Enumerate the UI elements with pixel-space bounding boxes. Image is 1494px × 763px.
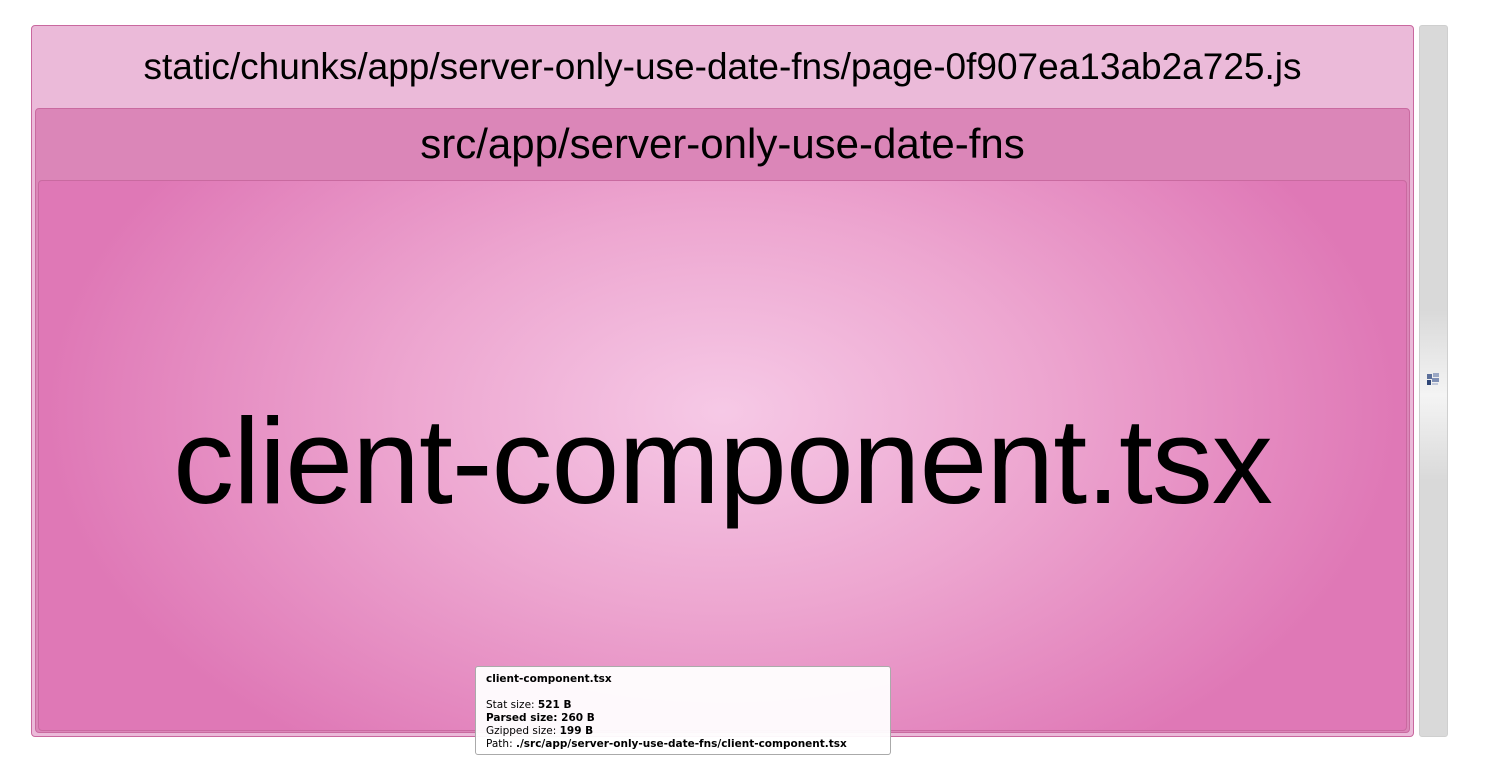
tooltip-stat-size: Stat size: 521 B xyxy=(486,699,880,712)
tooltip-parsed-size: Parsed size: 260 B xyxy=(486,712,880,725)
treemap-folder[interactable]: src/app/server-only-use-date-fns client-… xyxy=(35,108,1410,733)
module-label: client-component.tsx xyxy=(173,393,1273,529)
sidebar-toggle-icon[interactable] xyxy=(1426,372,1440,388)
tooltip-gzip-size: Gzipped size: 199 B xyxy=(486,725,880,738)
gzip-size-label: Gzipped size: xyxy=(486,725,557,737)
gzip-size-value: 199 B xyxy=(559,725,594,737)
parsed-size-label: Parsed size: xyxy=(486,712,558,724)
module-tooltip: client-component.tsx Stat size: 521 B Pa… xyxy=(475,666,891,755)
folder-label: src/app/server-only-use-date-fns xyxy=(420,120,1025,167)
chunk-label: static/chunks/app/server-only-use-date-f… xyxy=(143,46,1302,87)
path-value: ./src/app/server-only-use-date-fns/clien… xyxy=(515,738,847,750)
tooltip-path: Path: ./src/app/server-only-use-date-fns… xyxy=(486,738,880,751)
stat-size-value: 521 B xyxy=(537,699,572,711)
path-label: Path: xyxy=(486,738,513,750)
parsed-size-value: 260 B xyxy=(561,712,595,724)
treemap-module[interactable]: client-component.tsx xyxy=(38,180,1407,731)
sidebar-panel[interactable] xyxy=(1419,25,1448,737)
treemap-chunk[interactable]: static/chunks/app/server-only-use-date-f… xyxy=(31,25,1414,737)
tooltip-title: client-component.tsx xyxy=(486,673,612,685)
stat-size-label: Stat size: xyxy=(486,699,535,711)
